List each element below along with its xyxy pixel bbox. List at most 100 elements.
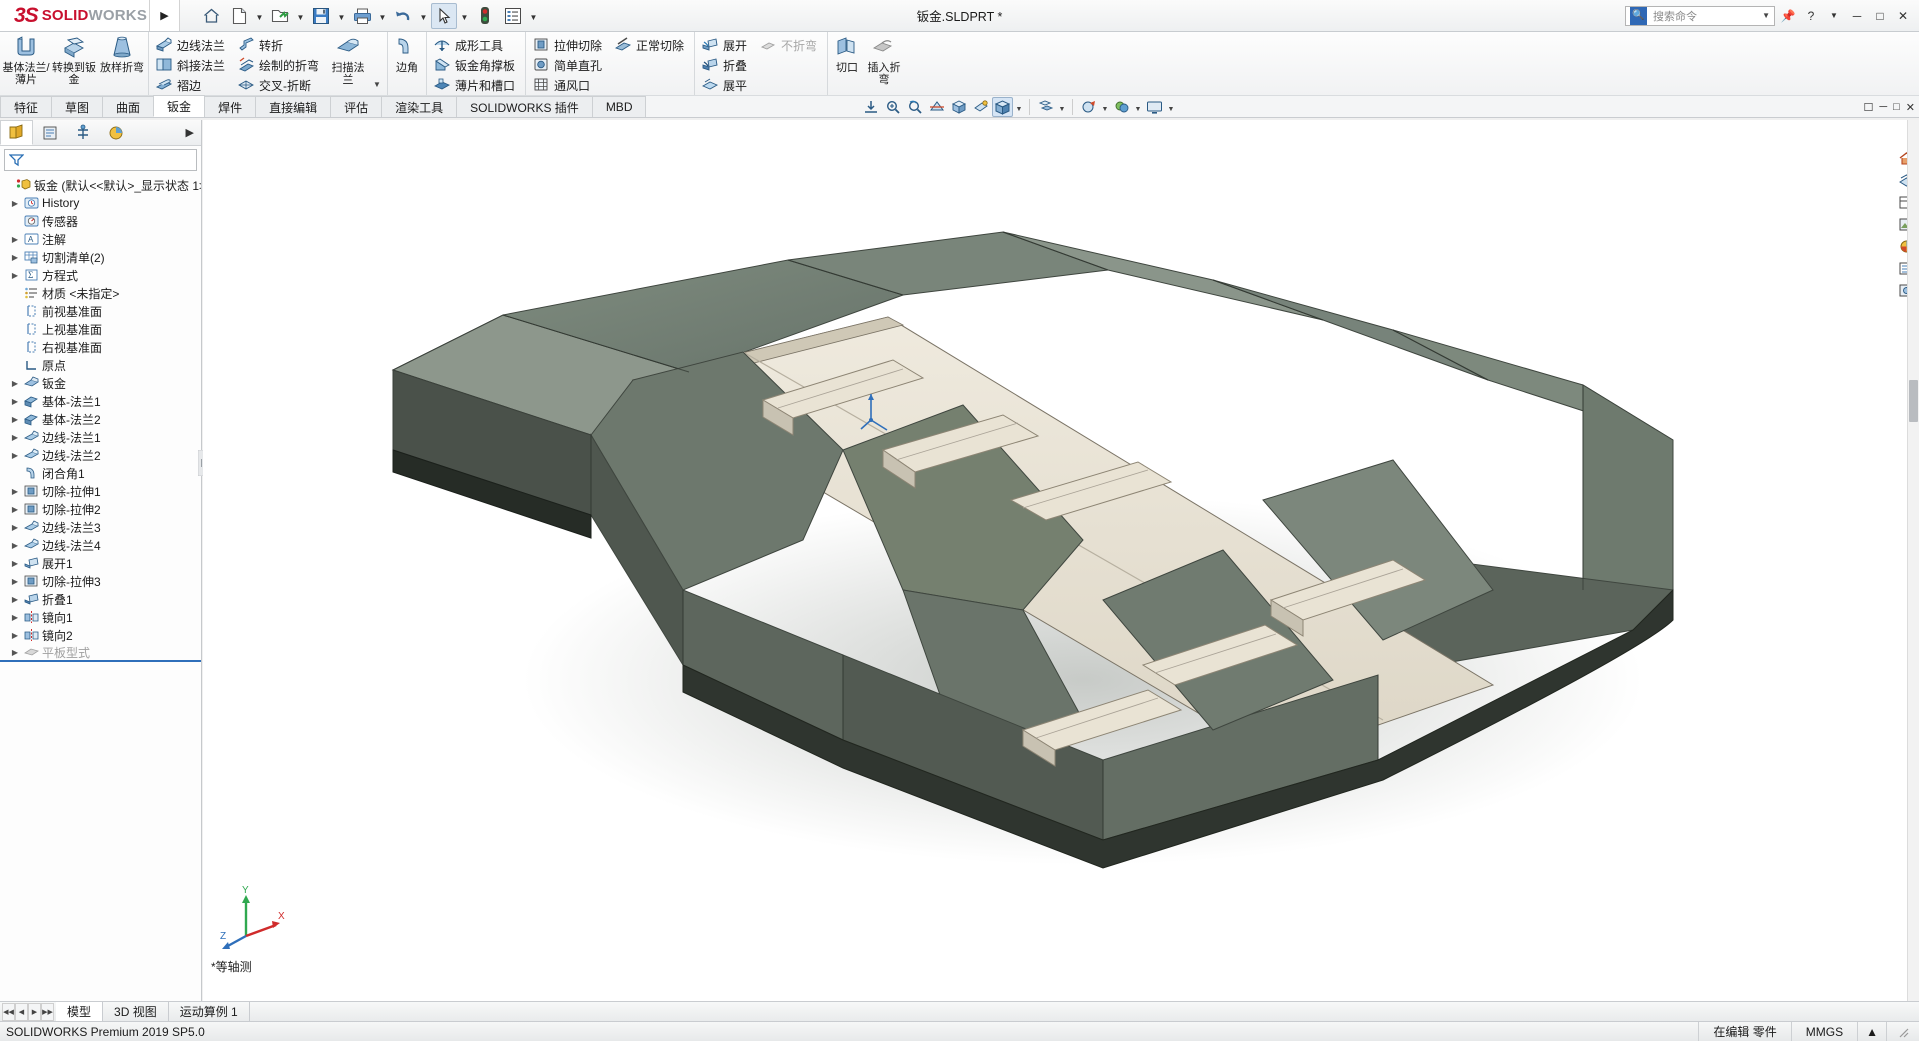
feature-tree-item[interactable]: ▶ 镜向2 — [0, 626, 201, 644]
zoom-to-fit-icon[interactable] — [860, 97, 881, 117]
feature-tree-item[interactable]: ▶ 切割清单(2) — [0, 248, 201, 266]
previous-view-icon[interactable] — [904, 97, 925, 117]
tab-evaluate[interactable]: 评估 — [330, 96, 383, 117]
open-icon[interactable] — [267, 3, 293, 29]
expand-arrow-icon[interactable]: ▶ — [8, 613, 22, 622]
unfold-button[interactable]: 展开 — [699, 35, 753, 55]
convert-to-sheetmetal-button[interactable]: 转换到钣金 — [50, 32, 98, 95]
hide-show-dropdown-icon[interactable]: ▼ — [1057, 97, 1067, 117]
display-style-dropdown-icon[interactable]: ▼ — [1014, 97, 1024, 117]
bottom-tab-3dviews[interactable]: 3D 视图 — [103, 1002, 169, 1021]
extruded-cut-button[interactable]: 拉伸切除 — [530, 35, 608, 55]
feature-tree-item[interactable]: ▶ 边线-法兰2 — [0, 446, 201, 464]
feature-tree-item[interactable]: ▶ 基体-法兰1 — [0, 392, 201, 410]
view-setting-icon[interactable] — [1144, 97, 1165, 117]
flange-group-expand-icon[interactable]: ▼ — [369, 32, 385, 95]
last-tab-button[interactable]: ▶▶ — [41, 1002, 54, 1021]
pin-icon[interactable]: 📌 — [1778, 6, 1798, 26]
restore-doc-icon[interactable]: ☐ — [1863, 101, 1873, 114]
help-dropdown-icon[interactable]: ▼ — [1824, 6, 1844, 26]
bottom-tab-motion-study[interactable]: 运动算例 1 — [169, 1002, 250, 1021]
normal-cut-button[interactable]: 正常切除 — [612, 35, 690, 55]
vertical-scrollbar[interactable] — [1907, 120, 1919, 1001]
expand-arrow-icon[interactable]: ▶ — [8, 648, 22, 657]
close-doc-icon[interactable]: ✕ — [1906, 101, 1915, 114]
feature-manager-tab[interactable] — [0, 120, 33, 145]
expand-arrow-icon[interactable]: ▶ — [8, 631, 22, 640]
corner-button[interactable]: 边角 — [390, 32, 424, 95]
options-dropdown-icon[interactable]: ▼ — [528, 4, 539, 28]
feature-tree-root[interactable]: 钣金 (默认<<默认>_显示状态 1>) — [0, 176, 201, 194]
tab-weldments[interactable]: 焊件 — [204, 96, 257, 117]
fold-button[interactable]: 折叠 — [699, 55, 753, 75]
panel-expand-icon[interactable]: ▶ — [186, 126, 201, 139]
minimize-doc-icon[interactable]: ─ — [1879, 101, 1887, 113]
feature-tree-item[interactable]: ▶ 镜向1 — [0, 608, 201, 626]
display-style-icon[interactable] — [992, 97, 1013, 117]
maximize-doc-icon[interactable]: □ — [1893, 101, 1900, 113]
tab-render-tools[interactable]: 渲染工具 — [381, 96, 458, 117]
edge-flange-button[interactable]: 边线法兰 — [153, 35, 231, 55]
feature-filter-input[interactable] — [4, 149, 197, 171]
feature-tree-item[interactable]: ▶ 钣金 — [0, 374, 201, 392]
tab-sheet-metal[interactable]: 钣金 — [153, 95, 206, 117]
hem-button[interactable]: 褶边 — [153, 75, 231, 95]
vertical-scrollbar-thumb[interactable] — [1909, 380, 1918, 422]
feature-tree-item[interactable]: 前视基准面 — [0, 302, 201, 320]
tab-features[interactable]: 特征 — [0, 96, 53, 117]
select-icon[interactable] — [431, 2, 457, 29]
feature-tree-item[interactable]: ▶ A 注解 — [0, 230, 201, 248]
expand-arrow-icon[interactable]: ▶ — [8, 487, 22, 496]
close-button[interactable]: ✕ — [1893, 6, 1913, 26]
options-icon[interactable] — [500, 3, 526, 29]
feature-tree-item[interactable]: ▶ Σ 方程式 — [0, 266, 201, 284]
rip-button[interactable]: 切口 — [830, 32, 864, 95]
tab-solidworks-addins[interactable]: SOLIDWORKS 插件 — [456, 96, 593, 117]
expand-arrow-icon[interactable]: ▶ — [8, 379, 22, 388]
expand-arrow-icon[interactable]: ▶ — [8, 541, 22, 550]
insert-bends-button[interactable]: 插入折弯 — [864, 32, 904, 95]
edit-appearance-dropdown-icon[interactable]: ▼ — [1100, 97, 1110, 117]
feature-tree-item[interactable]: 上视基准面 — [0, 320, 201, 338]
miter-flange-button[interactable]: 斜接法兰 — [153, 55, 231, 75]
sheetmetal-gusset-button[interactable]: 钣金角撑板 — [431, 55, 521, 75]
expand-arrow-icon[interactable]: ▶ — [8, 415, 22, 424]
expand-arrow-icon[interactable]: ▶ — [8, 433, 22, 442]
feature-tree-item[interactable]: ▶ 切除-拉伸3 — [0, 572, 201, 590]
next-tab-button[interactable]: ▶ — [28, 1002, 41, 1021]
new-document-icon[interactable] — [226, 3, 252, 29]
no-bends-button[interactable]: 不折弯 — [757, 35, 823, 55]
tab-mbd[interactable]: MBD — [591, 96, 647, 117]
status-resize-grip[interactable] — [1886, 1022, 1919, 1041]
apply-scene-icon[interactable] — [1111, 97, 1132, 117]
save-dropdown-icon[interactable]: ▼ — [336, 4, 347, 28]
graphics-area[interactable]: Y X Z *等轴测 — [203, 120, 1919, 1001]
feature-tree-item[interactable]: ▶ 边线-法兰1 — [0, 428, 201, 446]
expand-arrow-icon[interactable]: ▶ — [8, 577, 22, 586]
open-dropdown-icon[interactable]: ▼ — [295, 4, 306, 28]
feature-tree-item[interactable]: ▶ 展开1 — [0, 554, 201, 572]
status-units[interactable]: MMGS — [1790, 1022, 1857, 1041]
feature-tree-item[interactable]: ▶ History — [0, 194, 201, 212]
feature-tree-item[interactable]: 传感器 — [0, 212, 201, 230]
undo-dropdown-icon[interactable]: ▼ — [418, 4, 429, 28]
expand-arrow-icon[interactable]: ▶ — [8, 397, 22, 406]
save-icon[interactable] — [308, 3, 334, 29]
feature-tree-item[interactable]: ▶ 平板型式 — [0, 644, 201, 662]
search-dropdown-icon[interactable]: ▼ — [1762, 11, 1770, 20]
prev-tab-button[interactable]: ◀ — [15, 1002, 28, 1021]
select-dropdown-icon[interactable]: ▼ — [459, 4, 470, 28]
feature-tree-item[interactable]: ▶ 切除-拉伸2 — [0, 500, 201, 518]
home-icon[interactable] — [198, 3, 224, 29]
print-dropdown-icon[interactable]: ▼ — [377, 4, 388, 28]
expand-arrow-icon[interactable]: ▶ — [8, 253, 22, 262]
status-units-caret[interactable]: ▲ — [1857, 1022, 1886, 1041]
cross-break-button[interactable]: 交叉-折断 — [235, 75, 325, 95]
edit-appearance-icon[interactable] — [1078, 97, 1099, 117]
sheet-metal-model[interactable] — [203, 120, 1919, 1001]
feature-tree-item[interactable]: ▶ 边线-法兰4 — [0, 536, 201, 554]
feature-tree-item[interactable]: 材质 <未指定> — [0, 284, 201, 302]
feature-tree-item[interactable]: ▶ 基体-法兰2 — [0, 410, 201, 428]
view-orientation-icon[interactable] — [948, 97, 969, 117]
view-setting-dropdown-icon[interactable]: ▼ — [1166, 97, 1176, 117]
